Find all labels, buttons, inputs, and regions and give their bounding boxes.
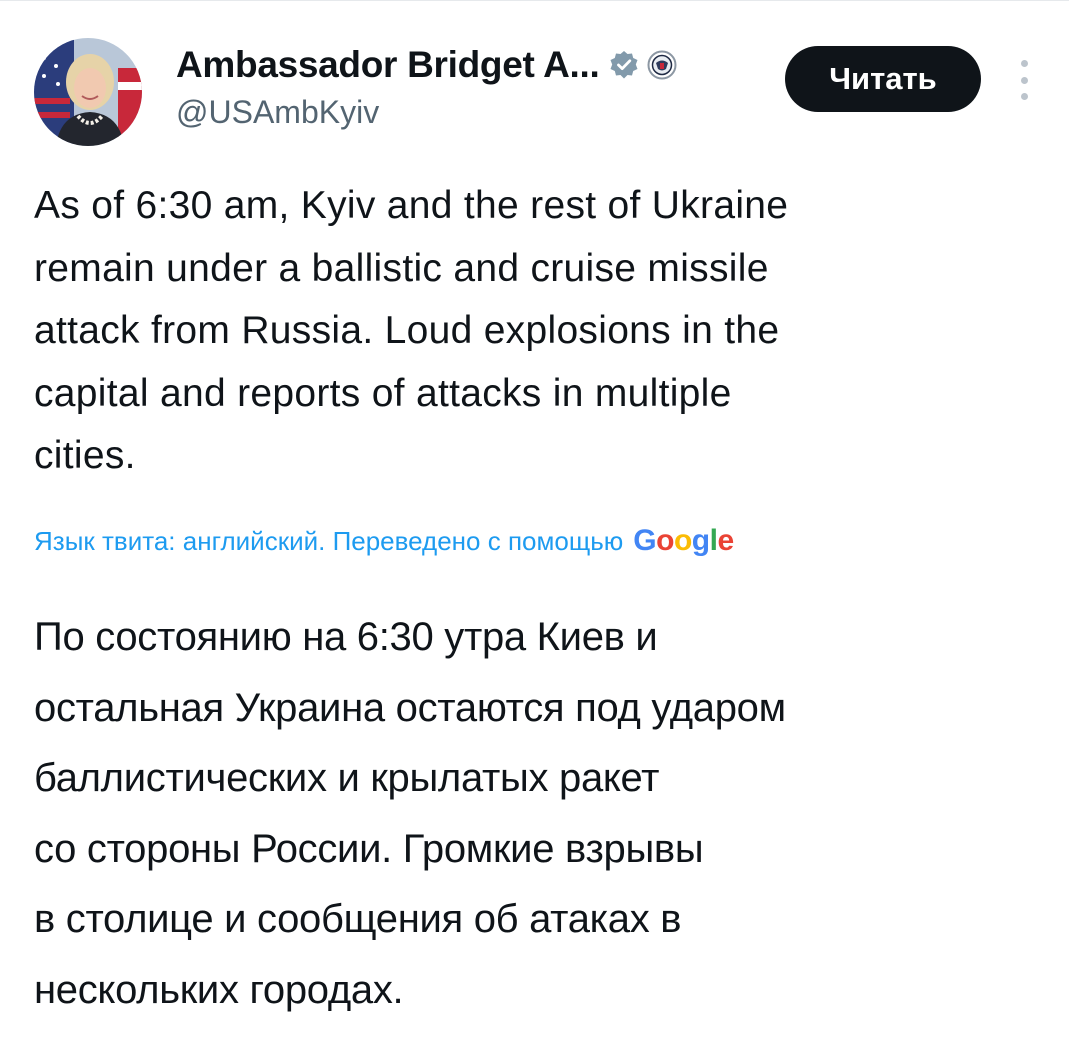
- display-name[interactable]: Ambassador Bridget A...: [176, 44, 600, 86]
- avatar[interactable]: [34, 38, 142, 146]
- verified-badge-icon[interactable]: [609, 50, 639, 80]
- google-logo-letter: o: [656, 524, 674, 557]
- avatar-photo: [34, 38, 142, 146]
- google-logo-letter: G: [633, 524, 657, 557]
- more-dot: [1020, 76, 1028, 84]
- google-logo: Google: [633, 524, 734, 558]
- google-logo-letter: g: [691, 524, 710, 557]
- translated-text: По состоянию на 6:30 утра Киев и остальн…: [34, 615, 786, 1012]
- google-logo-letter: e: [717, 524, 734, 557]
- us-embassy-seal-icon[interactable]: [647, 50, 677, 80]
- tweet-text: As of 6:30 am, Kyiv and the rest of Ukra…: [34, 184, 789, 477]
- user-handle[interactable]: @USAmbKyiv: [176, 94, 776, 131]
- name-row: Ambassador Bridget A...: [176, 38, 776, 92]
- more-vertical-icon[interactable]: [1014, 60, 1034, 100]
- more-dot: [1020, 93, 1028, 100]
- translation-label[interactable]: Язык твита: английский. Переведено с пом…: [34, 526, 623, 557]
- top-divider: [0, 0, 1069, 1]
- translation-note[interactable]: Язык твита: английский. Переведено с пом…: [34, 524, 1044, 558]
- follow-button[interactable]: Читать: [785, 46, 981, 112]
- more-dot: [1020, 60, 1028, 67]
- google-logo-letter: o: [673, 524, 692, 557]
- author-header: Ambassador Bridget A... @USAmbKyiv: [176, 38, 776, 131]
